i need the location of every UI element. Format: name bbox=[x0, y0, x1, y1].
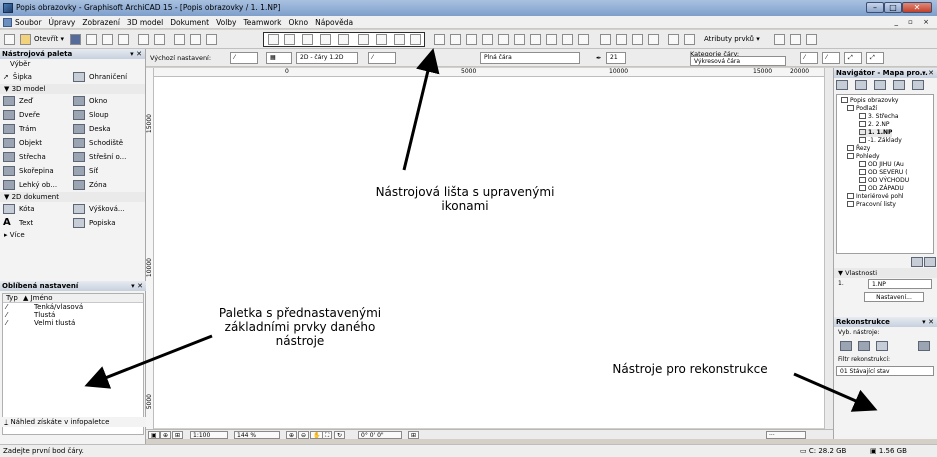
archicad-window: Popis obrazovky - Graphisoft ArchiCAD 15… bbox=[0, 0, 937, 457]
arrow-to-renovation bbox=[793, 372, 878, 412]
arrow-to-favorites bbox=[84, 334, 213, 389]
annotation-arrows bbox=[84, 48, 878, 412]
arrow-to-toolbar bbox=[402, 48, 440, 171]
